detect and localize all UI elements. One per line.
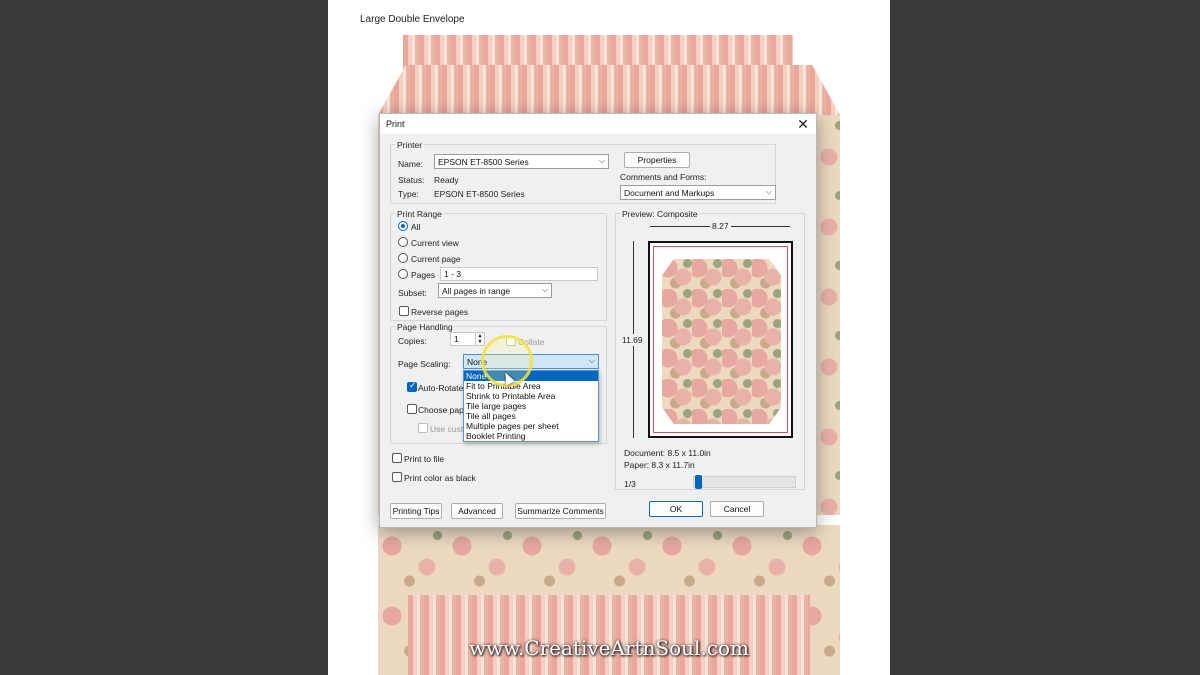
comments-forms-value: Document and Markups bbox=[624, 188, 715, 198]
preview-slider-thumb[interactable] bbox=[695, 475, 702, 489]
page-scaling-dropdown: None Fit to Printable Area Shrink to Pri… bbox=[463, 370, 599, 442]
properties-button[interactable]: Properties bbox=[624, 152, 690, 168]
collate-label: Collate bbox=[518, 337, 545, 347]
printer-name-value: EPSON ET-8500 Series bbox=[438, 157, 529, 167]
envelope-top-flap bbox=[378, 65, 840, 115]
print-to-file-label: Print to file bbox=[404, 454, 445, 464]
use-custom-checkbox[interactable] bbox=[418, 423, 428, 433]
range-all-radio[interactable] bbox=[398, 221, 408, 231]
watermark-url: www.CreativeArtnSoul.com bbox=[468, 636, 750, 660]
printer-group-label: Printer bbox=[395, 140, 425, 150]
scaling-option[interactable]: Shrink to Printable Area bbox=[464, 391, 598, 401]
copies-stepper[interactable]: ▲ ▼ bbox=[475, 332, 485, 346]
dialog-titlebar: Print ✕ bbox=[380, 114, 816, 134]
document-title: Large Double Envelope bbox=[360, 14, 465, 25]
summarize-comments-button[interactable]: Summarize Comments bbox=[515, 503, 606, 519]
paper-size-label: Paper: 8.3 x 11.7in bbox=[624, 460, 695, 470]
dialog-title: Print bbox=[386, 119, 405, 129]
choose-paper-label: Choose pape bbox=[418, 405, 469, 415]
scaling-option[interactable]: Fit to Printable Area bbox=[464, 381, 598, 391]
auto-rotate-label: Auto-Rotate bbox=[418, 383, 464, 393]
page-indicator: 1/3 bbox=[624, 479, 636, 489]
subset-label: Subset: bbox=[398, 288, 427, 298]
chevron-down-icon: ⌵ bbox=[598, 156, 605, 165]
range-current-page-radio[interactable] bbox=[398, 253, 408, 263]
scaling-option[interactable]: Tile all pages bbox=[464, 411, 598, 421]
page-scaling-select[interactable]: None ⌵ bbox=[463, 354, 599, 369]
preview-printable-area bbox=[653, 246, 788, 433]
range-current-page-label: Current page bbox=[411, 254, 461, 264]
status-label: Status: bbox=[398, 175, 425, 185]
copies-input[interactable]: 1 bbox=[450, 332, 476, 346]
scaling-option[interactable]: Tile large pages bbox=[464, 401, 598, 411]
type-value: EPSON ET-8500 Series bbox=[434, 189, 525, 199]
preview-envelope-thumbnail bbox=[662, 259, 781, 424]
copies-label: Copies: bbox=[398, 336, 427, 346]
print-color-black-label: Print color as black bbox=[404, 473, 476, 483]
chevron-down-icon: ⌵ bbox=[588, 356, 595, 365]
range-pages-radio[interactable] bbox=[398, 269, 408, 279]
scaling-option[interactable]: None bbox=[464, 371, 598, 381]
range-all-label: All bbox=[411, 222, 421, 232]
comments-forms-label: Comments and Forms: bbox=[620, 172, 707, 182]
printer-name-label: Name: bbox=[398, 159, 424, 169]
cancel-button[interactable]: Cancel bbox=[710, 501, 764, 517]
print-range-label: Print Range bbox=[395, 209, 444, 219]
print-to-file-checkbox[interactable] bbox=[392, 453, 402, 463]
reverse-pages-checkbox[interactable] bbox=[399, 306, 409, 316]
chevron-down-icon: ⌵ bbox=[765, 187, 772, 196]
scaling-option[interactable]: Multiple pages per sheet bbox=[464, 421, 598, 431]
close-icon[interactable]: ✕ bbox=[794, 115, 812, 133]
scaling-option[interactable]: Booklet Printing bbox=[464, 431, 598, 441]
page-handling-label: Page Handling bbox=[395, 322, 455, 332]
page-scaling-value: None bbox=[467, 357, 488, 367]
range-current-view-label: Current view bbox=[411, 238, 459, 248]
preview-page-slider[interactable] bbox=[693, 476, 796, 488]
advanced-button[interactable]: Advanced bbox=[451, 503, 503, 519]
subset-select[interactable]: All pages in range ⌵ bbox=[438, 283, 552, 298]
status-value: Ready bbox=[434, 175, 459, 185]
preview-page bbox=[648, 241, 793, 438]
preview-label: Preview: Composite bbox=[620, 209, 700, 219]
print-color-black-checkbox[interactable] bbox=[392, 472, 402, 482]
page-scaling-label: Page Scaling: bbox=[398, 359, 451, 369]
print-dialog: Print ✕ Printer Name: EPSON ET-8500 Seri… bbox=[379, 113, 817, 528]
auto-rotate-checkbox[interactable] bbox=[407, 380, 417, 392]
choose-paper-checkbox[interactable] bbox=[407, 404, 417, 414]
comments-forms-select[interactable]: Document and Markups ⌵ bbox=[620, 185, 776, 200]
printing-tips-button[interactable]: Printing Tips bbox=[390, 503, 442, 519]
collate-checkbox[interactable] bbox=[506, 336, 516, 346]
envelope-bottom-stripe bbox=[408, 595, 810, 675]
ok-button[interactable]: OK bbox=[649, 501, 703, 517]
pages-input[interactable]: 1 - 3 bbox=[440, 267, 598, 281]
chevron-down-icon: ⌵ bbox=[541, 285, 548, 294]
document-size-label: Document: 8.5 x 11.0in bbox=[624, 448, 711, 458]
preview-height-value: 11.69 bbox=[622, 334, 643, 346]
preview-width-value: 8.27 bbox=[710, 221, 731, 231]
subset-value: All pages in range bbox=[442, 286, 511, 296]
printer-name-select[interactable]: EPSON ET-8500 Series ⌵ bbox=[434, 154, 609, 169]
range-current-view-radio[interactable] bbox=[398, 237, 408, 247]
type-label: Type: bbox=[398, 189, 419, 199]
reverse-pages-label: Reverse pages bbox=[411, 307, 469, 317]
range-pages-label: Pages bbox=[411, 270, 436, 280]
